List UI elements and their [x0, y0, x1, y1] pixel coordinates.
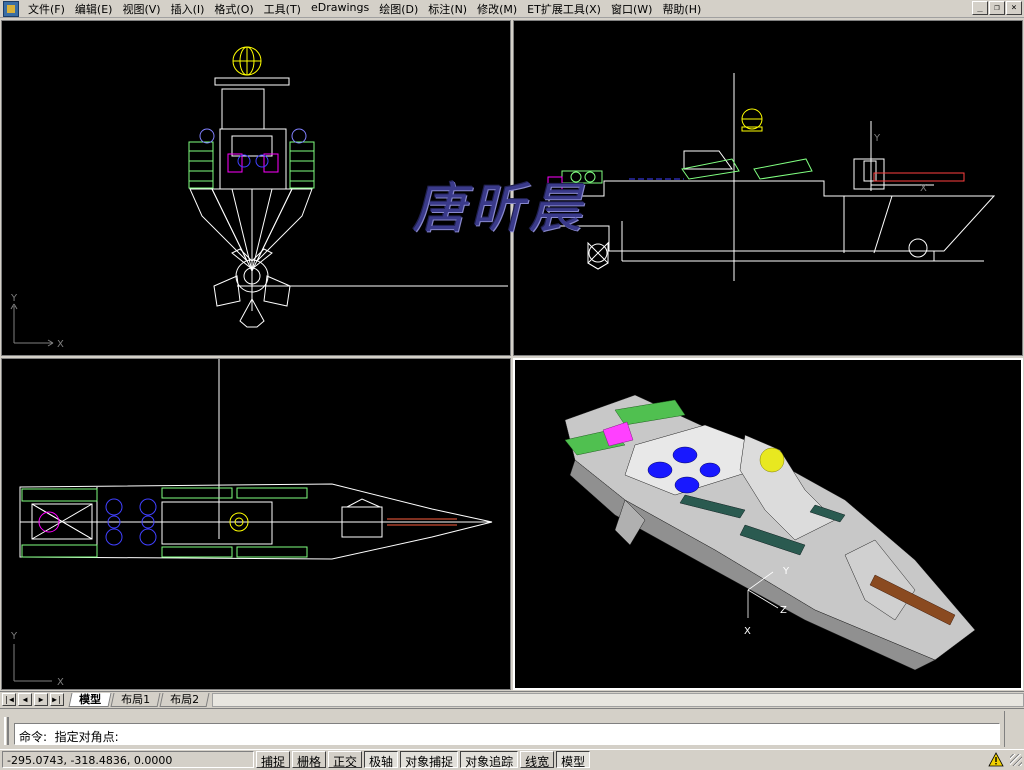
menu-item[interactable]: ET扩展工具(X) [522, 1, 606, 17]
viewport-top[interactable]: Y X [1, 358, 511, 690]
top-view-drawing: Y X [10, 359, 493, 688]
menu-item[interactable]: 视图(V) [117, 1, 165, 17]
tab-nav: |◀ ◀ ▶ ▶| [0, 693, 64, 706]
status-toggle-button[interactable]: 极轴 [364, 750, 399, 769]
tab-nav-button[interactable]: ◀ [18, 693, 32, 706]
menu-item[interactable]: 文件(F) [23, 1, 70, 17]
command-line[interactable]: 命令: 指定对角点: [14, 723, 1000, 745]
viewport-front[interactable]: Y X [1, 20, 511, 356]
menu-item[interactable]: 格式(O) [209, 1, 258, 17]
front-view-drawing: Y X [10, 46, 508, 350]
command-history [14, 712, 1000, 722]
menu-item[interactable]: 工具(T) [259, 1, 306, 17]
status-toggle-button[interactable]: 正交 [328, 750, 363, 769]
layout-tabs: 模型 布局1 布局2 [68, 692, 210, 707]
warning-icon[interactable] [988, 752, 1004, 767]
resize-grip[interactable] [1010, 754, 1022, 766]
minimize-button[interactable]: _ [972, 1, 988, 15]
ucs-y-label-side: Y [873, 133, 881, 144]
status-toggle-button[interactable]: 线宽 [520, 750, 555, 769]
layout-tabbar: |◀ ◀ ▶ ▶| 模型 布局1 布局2 [0, 691, 1024, 707]
menu-item[interactable]: 窗口(W) [606, 1, 657, 17]
status-toggle-button[interactable]: 栅格 [292, 750, 327, 769]
app-icon[interactable] [3, 0, 19, 17]
menu-items: 文件(F) 编辑(E) 视图(V) 插入(I) 格式(O) 工具(T) eDrawings 绘… [23, 1, 706, 17]
layout-tab-label: 布局1 [121, 692, 151, 706]
status-toggle-button[interactable]: 模型 [556, 750, 591, 769]
ucs-x-label: X [57, 339, 64, 350]
menu-item[interactable]: 标注(N) [423, 1, 472, 17]
viewport-3d[interactable]: Y X Z [513, 358, 1023, 690]
ucs-x-label-side: X [920, 183, 927, 194]
status-bar: -295.0743, -318.4836, 0.0000 捕捉 栅格 正交 极轴 对象捕… [0, 749, 1024, 769]
drawing-area: Y X Y X Y X Y X Z 唐昕晨 [0, 19, 1024, 691]
command-window: 命令: 指定对角点: [0, 708, 1024, 748]
menu-item[interactable]: 帮助(H) [657, 1, 706, 17]
menu-item[interactable]: 编辑(E) [70, 1, 118, 17]
shaded-3d-view: Y X Z [564, 394, 976, 671]
ucs-y-label: Y [10, 293, 18, 304]
layout-tab-label: 布局2 [170, 692, 200, 706]
ucs-x-label-top: X [57, 677, 64, 688]
ucs-z-label-3d: Z [780, 605, 787, 616]
layout-tab[interactable]: 模型 [68, 692, 112, 707]
command-grip[interactable] [4, 717, 9, 745]
viewport-side[interactable]: Y X [513, 20, 1023, 356]
window-controls: _ ❐ × [972, 1, 1022, 15]
ucs-y-label-top: Y [10, 631, 18, 642]
menu-item[interactable]: eDrawings [306, 1, 374, 17]
ucs-y-label-3d: Y [782, 566, 790, 577]
layout-tab[interactable]: 布局2 [159, 692, 210, 707]
command-scrollbar[interactable] [1004, 711, 1022, 747]
layout-tab[interactable]: 布局1 [110, 692, 161, 707]
coordinate-readout[interactable]: -295.0743, -318.4836, 0.0000 [2, 750, 254, 768]
status-toggles: 捕捉 栅格 正交 极轴 对象捕捉 对象追踪 线宽 模型 [254, 750, 591, 769]
layout-tab-label: 模型 [79, 692, 102, 706]
status-toggle-button[interactable]: 对象捕捉 [400, 750, 459, 769]
menu-bar: 文件(F) 编辑(E) 视图(V) 插入(I) 格式(O) 工具(T) eDrawings 绘… [0, 0, 1024, 18]
side-view-drawing: Y X [547, 73, 996, 281]
tab-nav-button[interactable]: |◀ [2, 693, 16, 706]
menu-item[interactable]: 插入(I) [166, 1, 210, 17]
horizontal-scrollbar[interactable] [212, 692, 1024, 707]
menu-item[interactable]: 绘图(D) [374, 1, 423, 17]
status-toggle-button[interactable]: 对象追踪 [460, 750, 519, 769]
status-toggle-button[interactable]: 捕捉 [256, 750, 291, 769]
tab-nav-button[interactable]: ▶| [50, 693, 64, 706]
menu-item[interactable]: 修改(M) [472, 1, 522, 17]
tab-nav-button[interactable]: ▶ [34, 693, 48, 706]
close-button[interactable]: × [1006, 1, 1022, 15]
ucs-x-label-3d: X [744, 626, 751, 637]
restore-button[interactable]: ❐ [989, 1, 1005, 15]
